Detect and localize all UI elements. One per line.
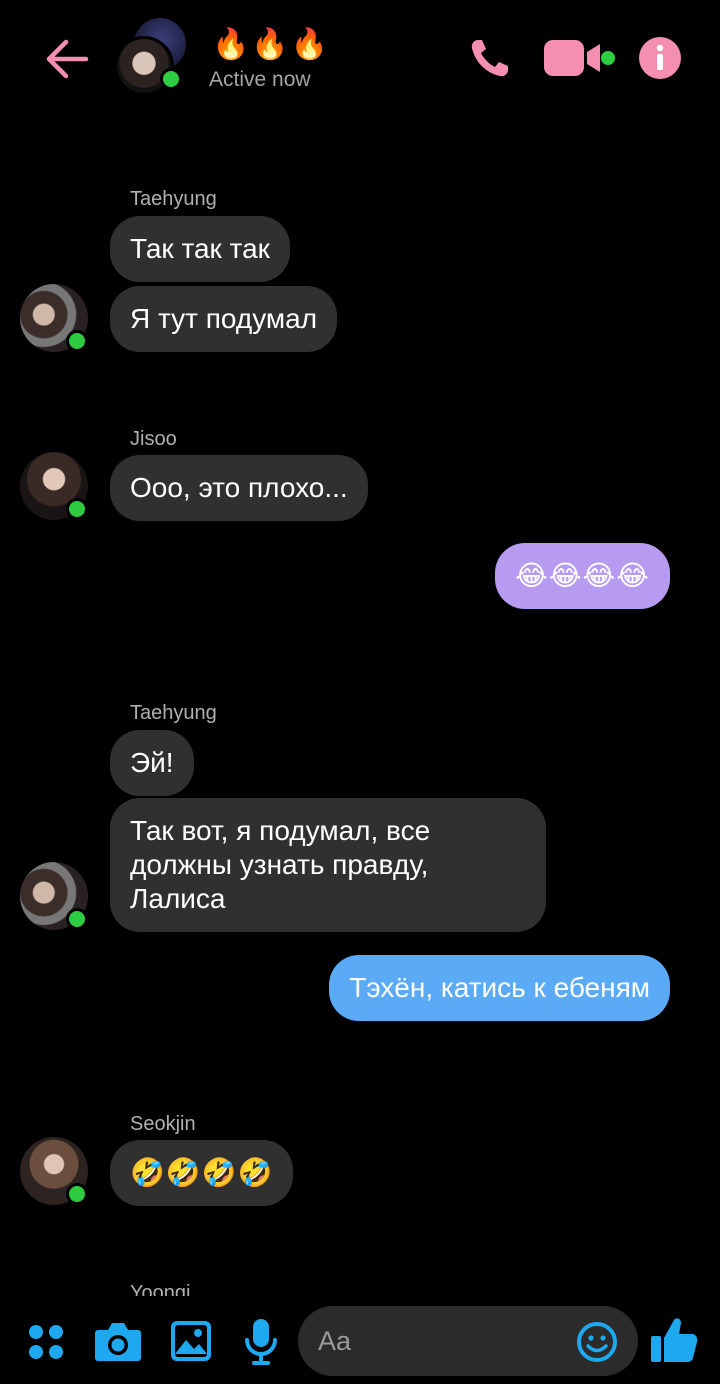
camera-icon[interactable] [94,1320,142,1362]
online-indicator [160,68,182,90]
emoji-icon[interactable] [576,1321,618,1363]
sender-name: Taehyung [130,702,217,724]
thumbs-up-icon[interactable] [650,1316,698,1364]
message-bubble-outgoing[interactable]: 😂😂😂😂 [495,543,670,609]
sender-name: Taehyung [130,188,217,210]
avatar[interactable] [20,452,88,520]
message-bubble[interactable]: Я тут подумал [110,286,338,352]
sender-name: Yoongi [130,1282,191,1296]
avatar[interactable] [20,1137,88,1205]
message-bubble[interactable]: Эй! [110,730,194,796]
sender-name: Jisoo [130,428,177,450]
message-bubble[interactable]: Так вот, я подумал, все должны узнать пр… [110,798,546,932]
message-input-placeholder: Aa [318,1326,352,1356]
microphone-icon[interactable] [244,1318,278,1366]
online-indicator [66,330,88,352]
back-arrow-icon[interactable] [44,36,90,82]
phone-icon[interactable] [468,36,512,80]
chat-title[interactable]: 🔥🔥🔥 [212,28,330,62]
message-bubble-outgoing[interactable]: Тэхён, катись к ебеням [329,955,670,1021]
message-bubble[interactable]: 🤣🤣🤣🤣 [110,1140,294,1206]
message-bubble[interactable]: Ооо, это плохо... [110,455,368,521]
group-avatar[interactable] [114,18,194,96]
avatar[interactable] [20,284,88,352]
composer-bar: Aa [0,1296,720,1384]
avatar[interactable] [20,862,88,930]
online-indicator [66,908,88,930]
active-status: Active now [209,68,311,91]
chat-header: 🔥🔥🔥 Active now [0,0,720,120]
message-bubble[interactable]: Так так так [110,216,290,282]
online-indicator [66,498,88,520]
gallery-icon[interactable] [170,1320,212,1362]
message-input[interactable]: Aa [298,1306,638,1376]
sender-name: Seokjin [130,1113,196,1135]
info-icon[interactable] [638,36,682,80]
online-indicator [66,1183,88,1205]
menu-dots-icon[interactable] [28,1324,64,1360]
video-camera-icon[interactable] [544,38,616,78]
